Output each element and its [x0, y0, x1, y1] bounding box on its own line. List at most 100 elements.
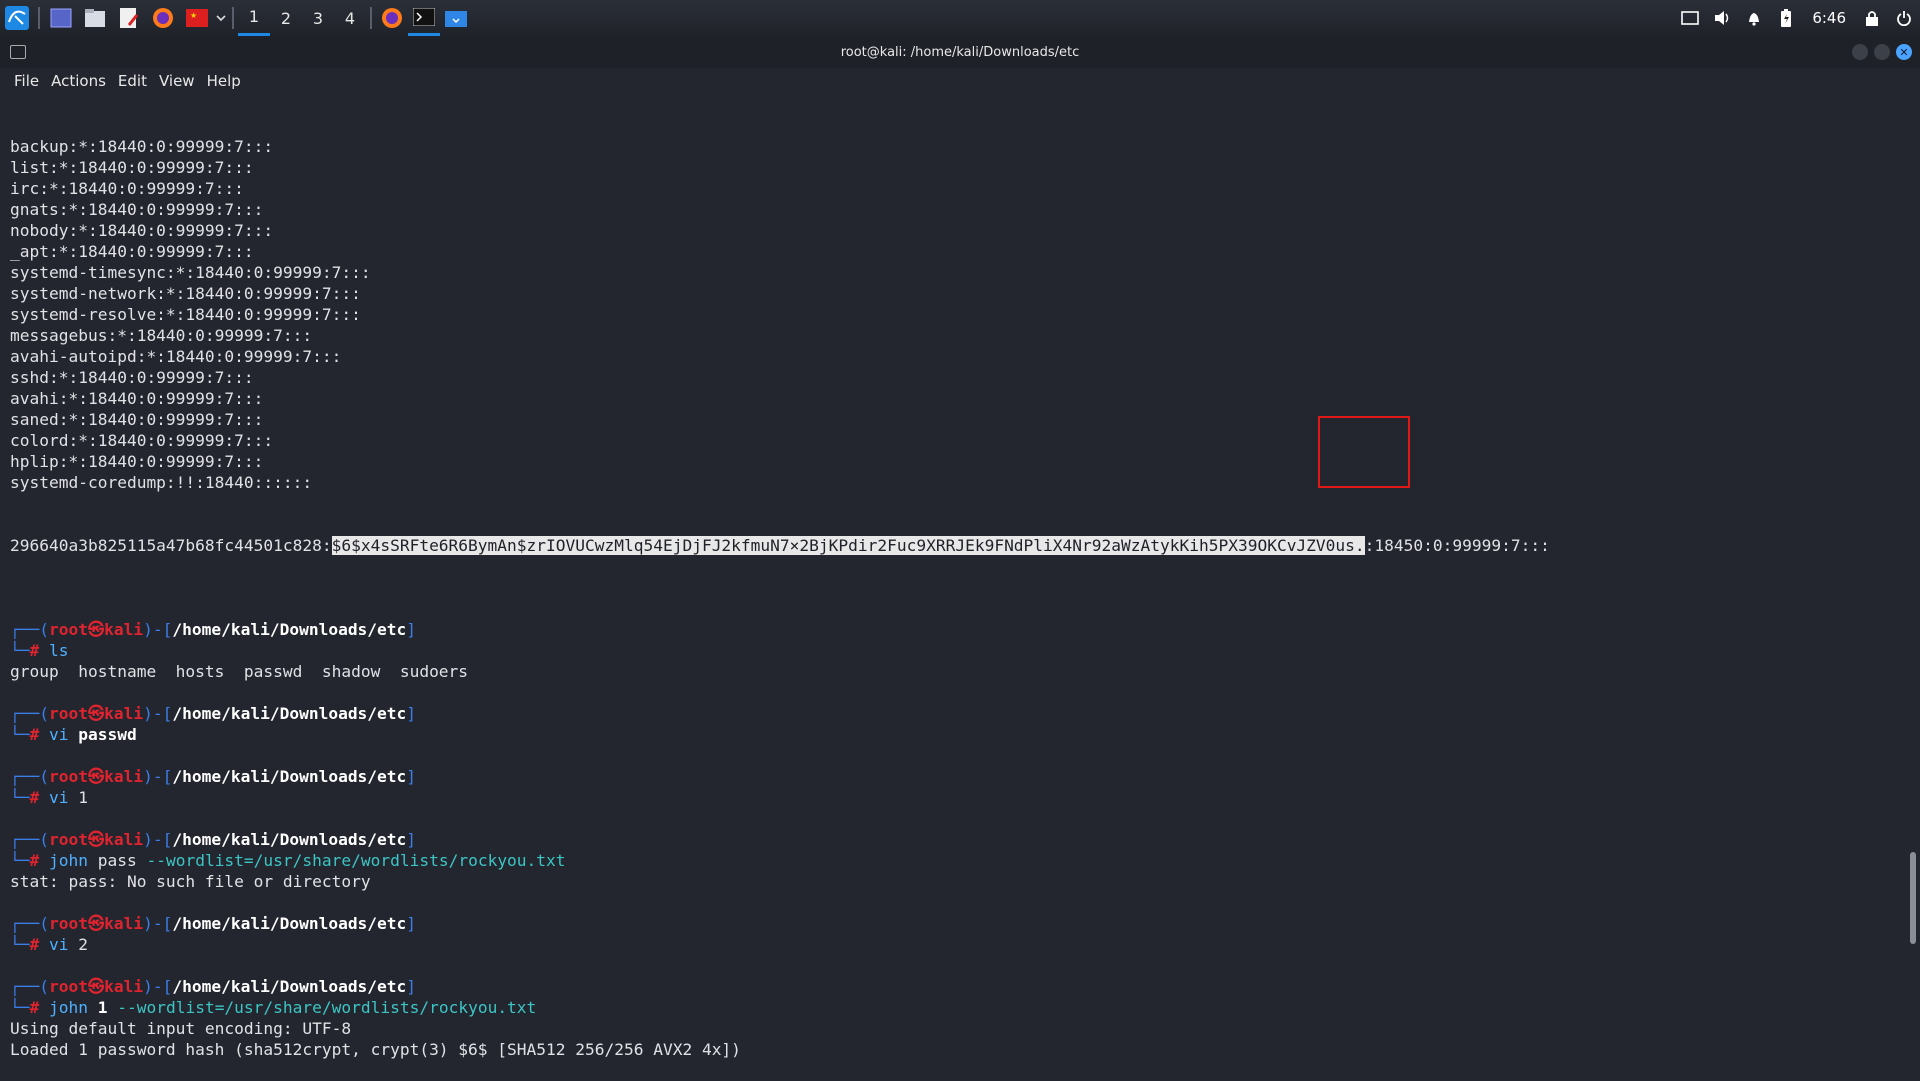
prompt-user: root㉿kali: [48, 620, 144, 639]
command-name: john: [49, 998, 88, 1017]
volume-icon[interactable]: [1706, 0, 1738, 36]
prompt-frame: )-[: [143, 620, 173, 639]
terminal-scrollbar[interactable]: [1910, 852, 1916, 944]
shadow-line: colord:*:18440:0:99999:7:::: [10, 431, 274, 450]
files-icon[interactable]: [82, 6, 108, 30]
shadow-line: avahi:*:18440:0:99999:7:::: [10, 389, 264, 408]
prompt-frame: ┌──(: [10, 704, 49, 723]
prompt-line: ┌──(root㉿kali)-[/home/kali/Downloads/etc…: [10, 703, 1906, 724]
hash-user: 296640a3b825115a47b68fc44501c828:: [10, 536, 332, 555]
panel-separator: [232, 7, 234, 29]
prompt-user: root㉿kali: [48, 914, 144, 933]
prompt-path: /home/kali/Downloads/etc: [172, 914, 407, 933]
workspace-1[interactable]: 1: [238, 0, 270, 36]
prompt-frame: )-[: [143, 704, 173, 723]
command-file-arg: passwd: [78, 725, 137, 744]
prompt-hash: #: [29, 998, 40, 1017]
workspace-2[interactable]: 2: [270, 0, 302, 36]
prompt-frame: └─: [10, 788, 30, 807]
prompt-frame: ┌──(: [10, 914, 49, 933]
shadow-line: systemd-resolve:*:18440:0:99999:7:::: [10, 305, 361, 324]
menu-actions[interactable]: Actions: [45, 72, 112, 90]
shadow-line: nobody:*:18440:0:99999:7:::: [10, 221, 274, 240]
clock[interactable]: 6:46: [1802, 9, 1856, 27]
terminal-output[interactable]: backup:*:18440:0:99999:7::: list:*:18440:…: [0, 94, 1906, 1059]
command-line: └─# vi 1: [10, 787, 1906, 808]
desktop-icon[interactable]: [48, 6, 74, 30]
shadow-line: backup:*:18440:0:99999:7:::: [10, 137, 274, 156]
prompt-frame: ]: [406, 830, 417, 849]
panel-separator: [38, 7, 40, 29]
prompt-user: root㉿kali: [48, 977, 144, 996]
prompt-frame: └─: [10, 998, 30, 1017]
prompt-frame: ]: [406, 767, 417, 786]
flag-icon[interactable]: ★: [184, 6, 210, 30]
workspace-4[interactable]: 4: [334, 0, 366, 36]
prompt-path: /home/kali/Downloads/etc: [172, 704, 407, 723]
text-editor-icon[interactable]: [116, 6, 142, 30]
lock-icon[interactable]: [1856, 0, 1888, 36]
shadow-line: avahi-autoipd:*:18440:0:99999:7:::: [10, 347, 342, 366]
workspace-3[interactable]: 3: [302, 0, 334, 36]
prompt-frame: )-[: [143, 914, 173, 933]
prompt-hash: #: [29, 641, 40, 660]
selected-hash[interactable]: $6$x4sSRFte6R6BymAn$zrIOVUCwzMlq54EjDjFJ…: [331, 536, 1365, 555]
prompt-frame: ┌──(: [10, 977, 49, 996]
kali-menu-icon[interactable]: [4, 6, 30, 30]
shadow-line: systemd-coredump:!!:18440::::::: [10, 473, 313, 492]
prompt-path: /home/kali/Downloads/etc: [172, 830, 407, 849]
prompt-path: /home/kali/Downloads/etc: [172, 767, 407, 786]
menu-help[interactable]: Help: [201, 72, 247, 90]
command-history: ┌──(root㉿kali)-[/home/kali/Downloads/etc…: [10, 598, 1906, 1060]
files-task-icon[interactable]: [440, 0, 472, 36]
menu-edit[interactable]: Edit: [112, 72, 153, 90]
prompt-path: /home/kali/Downloads/etc: [172, 620, 407, 639]
prompt-frame: ┌──(: [10, 620, 49, 639]
prompt-frame: ┌──(: [10, 830, 49, 849]
battery-icon[interactable]: [1770, 0, 1802, 36]
menu-file[interactable]: File: [8, 72, 45, 90]
close-button[interactable]: ✕: [1896, 44, 1912, 60]
command-line: └─# vi passwd: [10, 724, 1906, 745]
shadow-line: _apt:*:18440:0:99999:7:::: [10, 242, 254, 261]
prompt-hash: #: [29, 788, 40, 807]
command-output: Using default input encoding: UTF-8: [10, 1019, 352, 1038]
prompt-line: ┌──(root㉿kali)-[/home/kali/Downloads/etc…: [10, 913, 1906, 934]
command-name: ls: [49, 641, 69, 660]
display-icon[interactable]: [1674, 0, 1706, 36]
prompt-line: ┌──(root㉿kali)-[/home/kali/Downloads/etc…: [10, 619, 1906, 640]
prompt-user: root㉿kali: [48, 767, 144, 786]
command-output: Loaded 1 password hash (sha512crypt, cry…: [10, 1040, 741, 1059]
prompt-hash: #: [29, 851, 40, 870]
power-icon[interactable]: [1888, 0, 1920, 36]
command-output: group hostname hosts passwd shadow sudoe…: [10, 662, 469, 681]
window-titlebar[interactable]: root@kali: /home/kali/Downloads/etc ✕: [0, 36, 1920, 68]
terminal-task-icon[interactable]: [408, 0, 440, 36]
shadow-line: gnats:*:18440:0:99999:7:::: [10, 200, 264, 219]
shadow-line: irc:*:18440:0:99999:7:::: [10, 179, 244, 198]
bell-icon[interactable]: [1738, 0, 1770, 36]
svg-text:★: ★: [190, 11, 197, 20]
firefox-task-icon[interactable]: [376, 0, 408, 36]
prompt-line: ┌──(root㉿kali)-[/home/kali/Downloads/etc…: [10, 766, 1906, 787]
hash-rest: :18450:0:99999:7:::: [1364, 536, 1550, 555]
menu-view[interactable]: View: [153, 72, 201, 90]
firefox-icon[interactable]: [150, 6, 176, 30]
prompt-user: root㉿kali: [48, 704, 144, 723]
prompt-frame: ]: [406, 704, 417, 723]
maximize-button[interactable]: [1874, 44, 1890, 60]
prompt-path: /home/kali/Downloads/etc: [172, 977, 407, 996]
panel-separator: [370, 7, 372, 29]
annotation-highlight-box: [1318, 416, 1410, 488]
shadow-line: systemd-network:*:18440:0:99999:7:::: [10, 284, 361, 303]
prompt-frame: )-[: [143, 977, 173, 996]
prompt-frame: )-[: [143, 830, 173, 849]
top-panel: ★ 1 2 3 4 6:46: [0, 0, 1920, 36]
shadow-file-lines: backup:*:18440:0:99999:7::: list:*:18440:…: [10, 136, 1906, 493]
minimize-button[interactable]: [1852, 44, 1868, 60]
chevron-down-icon[interactable]: [214, 0, 228, 36]
